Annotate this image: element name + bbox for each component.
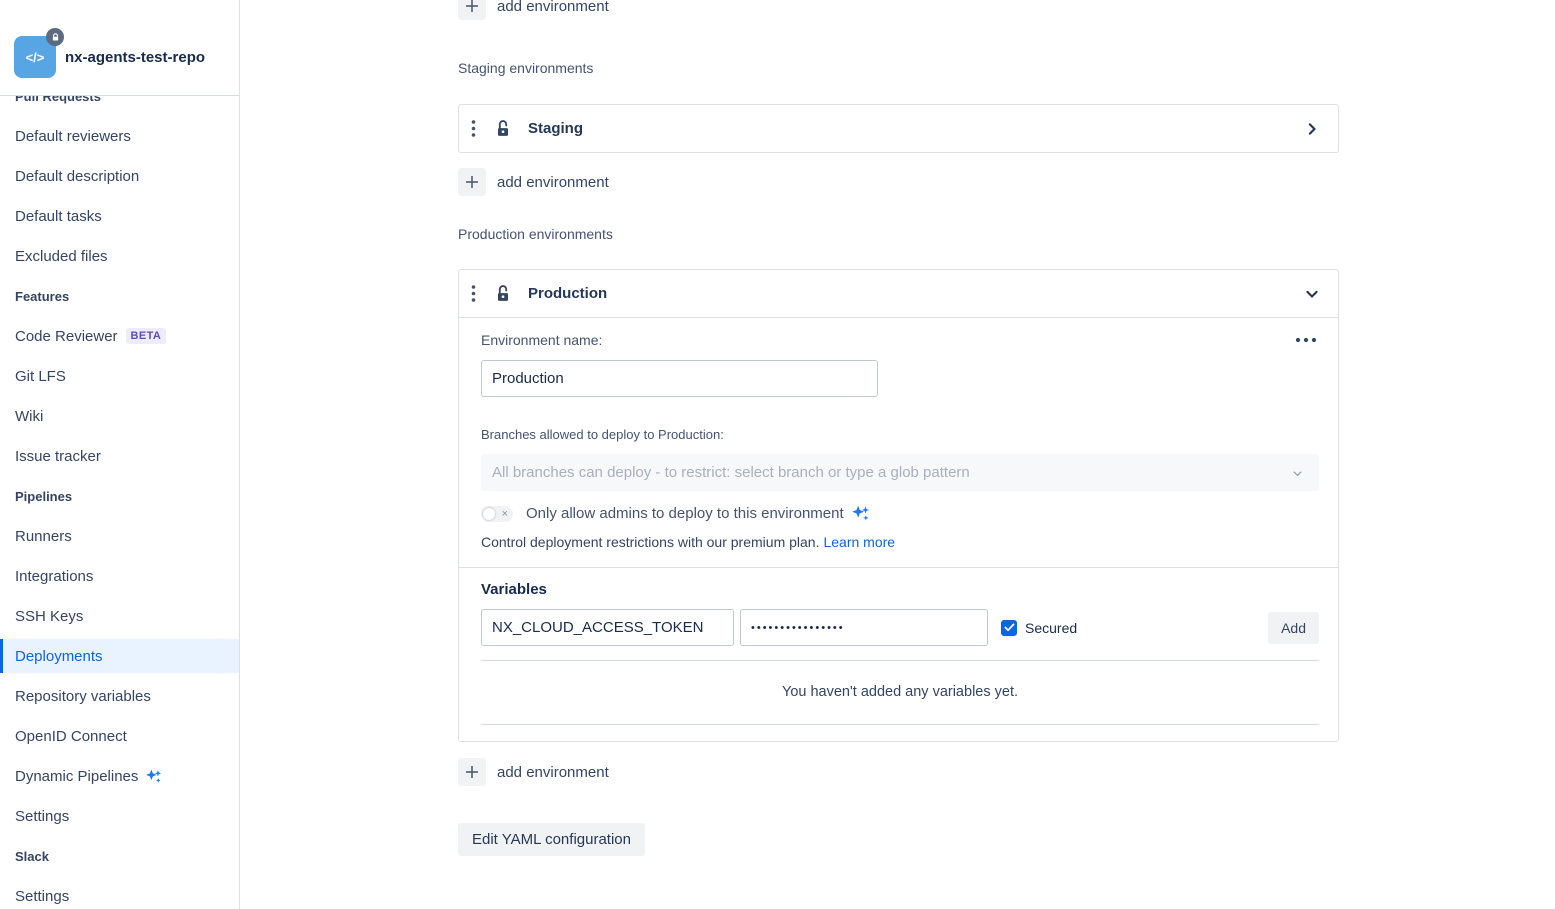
environment-name-label: Environment name: <box>481 332 602 348</box>
ellipsis-icon <box>1295 337 1317 343</box>
production-card-title: Production <box>528 285 607 302</box>
sidebar-item-issue-tracker[interactable]: Issue tracker <box>0 436 239 476</box>
expand-staging-button[interactable] <box>1302 119 1322 139</box>
chevron-down-icon <box>1291 467 1304 485</box>
secured-checkbox-group[interactable]: Secured <box>1001 620 1077 636</box>
staging-environments-label: Staging environments <box>458 60 1339 76</box>
unlock-icon <box>492 283 514 305</box>
divider <box>481 724 1319 725</box>
repo-avatar: </> <box>14 36 56 78</box>
premium-plan-text: Control deployment restrictions with our… <box>481 534 819 550</box>
sidebar-section-pipelines: Pipelines <box>0 476 239 516</box>
sparkle-icon <box>851 504 870 523</box>
variable-value-input[interactable] <box>740 609 988 646</box>
environment-name-input[interactable] <box>481 360 878 397</box>
sidebar-item-default-tasks[interactable]: Default tasks <box>0 196 239 236</box>
production-environment-card: Production Environment name: <box>458 269 1339 742</box>
divider <box>481 660 1319 661</box>
branches-allowed-label: Branches allowed to deploy to Production… <box>481 427 1319 442</box>
staging-environment-card: Staging <box>458 104 1339 153</box>
sidebar-item-pipelines-settings[interactable]: Settings <box>0 796 239 836</box>
checkmark-icon <box>1004 623 1015 632</box>
drag-handle-icon[interactable] <box>469 282 478 305</box>
sidebar-item-dynamic-pipelines[interactable]: Dynamic Pipelines <box>0 756 239 796</box>
private-lock-badge <box>46 28 64 46</box>
variables-header: Variables <box>481 581 1319 598</box>
sidebar-section-slack: Slack <box>0 836 239 876</box>
collapse-production-button[interactable] <box>1302 284 1322 304</box>
branches-select[interactable]: All branches can deploy - to restrict: s… <box>481 454 1319 491</box>
production-environments-label: Production environments <box>458 226 1339 242</box>
environment-more-options-button[interactable] <box>1293 333 1319 347</box>
sidebar-item-ssh-keys[interactable]: SSH Keys <box>0 596 239 636</box>
repo-name[interactable]: nx-agents-test-repo <box>65 49 205 66</box>
learn-more-link[interactable]: Learn more <box>823 534 895 550</box>
sidebar-item-repository-variables[interactable]: Repository variables <box>0 676 239 716</box>
sparkle-icon <box>145 768 162 785</box>
add-environment-button-production[interactable]: add environment <box>458 754 609 790</box>
secured-label: Secured <box>1025 620 1077 636</box>
sidebar-item-default-reviewers[interactable]: Default reviewers <box>0 116 239 156</box>
sidebar-item-wiki[interactable]: Wiki <box>0 396 239 436</box>
secured-checkbox[interactable] <box>1001 620 1017 636</box>
sidebar-item-git-lfs[interactable]: Git LFS <box>0 356 239 396</box>
sidebar-item-slack-settings[interactable]: Settings <box>0 876 239 909</box>
edit-yaml-configuration-button[interactable]: Edit YAML configuration <box>458 823 645 856</box>
add-variable-button[interactable]: Add <box>1268 612 1319 644</box>
sidebar-item-default-description[interactable]: Default description <box>0 156 239 196</box>
sidebar-item-integrations[interactable]: Integrations <box>0 556 239 596</box>
sidebar-item-runners[interactable]: Runners <box>0 516 239 556</box>
lock-icon <box>51 33 60 42</box>
beta-badge: BETA <box>126 328 167 344</box>
main-content: add environment Staging environments <box>240 0 1555 909</box>
plus-icon <box>458 0 486 20</box>
unlock-icon <box>492 118 514 140</box>
sidebar: Pull Requests Default reviewers Default … <box>0 0 240 909</box>
no-variables-message: You haven't added any variables yet. <box>481 684 1319 700</box>
toggle-knob <box>483 508 495 520</box>
toggle-off-x-icon: × <box>502 508 508 520</box>
sidebar-nav: Pull Requests Default reviewers Default … <box>0 76 239 909</box>
plus-icon <box>458 168 486 196</box>
sidebar-item-openid-connect[interactable]: OpenID Connect <box>0 716 239 756</box>
add-environment-button-staging[interactable]: add environment <box>458 164 609 200</box>
admins-only-label: Only allow admins to deploy to this envi… <box>526 505 844 522</box>
sidebar-repo-header: </> nx-agents-test-repo <box>0 0 239 96</box>
add-environment-button-top[interactable]: add environment <box>458 0 609 24</box>
chevron-down-icon <box>1302 284 1322 304</box>
sidebar-section-features: Features <box>0 276 239 316</box>
admins-only-toggle[interactable]: × <box>481 506 513 522</box>
staging-card-title: Staging <box>528 120 583 137</box>
sidebar-item-excluded-files[interactable]: Excluded files <box>0 236 239 276</box>
plus-icon <box>458 758 486 786</box>
variables-section: Variables Secured Add You <box>459 567 1338 741</box>
sidebar-item-code-reviewer[interactable]: Code Reviewer BETA <box>0 316 239 356</box>
code-icon: </> <box>26 50 45 65</box>
sidebar-item-deployments[interactable]: Deployments <box>0 639 239 673</box>
chevron-right-icon <box>1302 119 1322 139</box>
variable-name-input[interactable] <box>481 609 734 646</box>
drag-handle-icon[interactable] <box>469 117 478 140</box>
